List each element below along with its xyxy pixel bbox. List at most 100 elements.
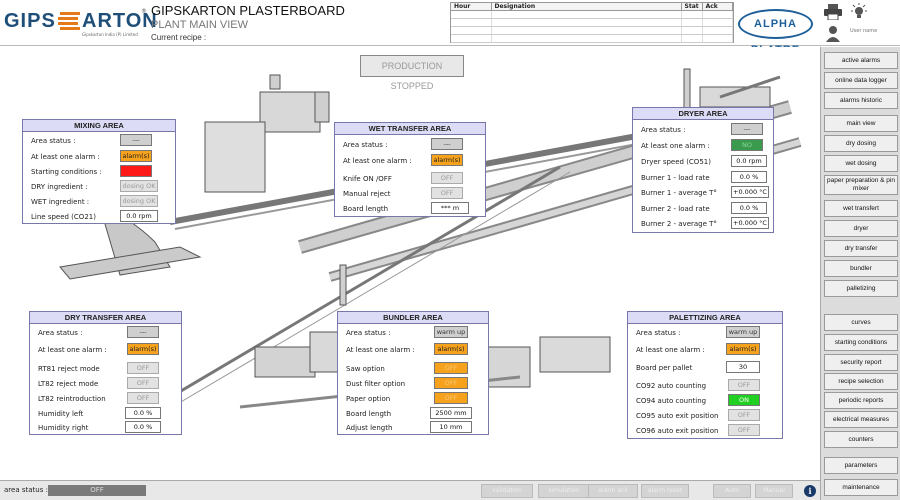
saw-option-toggle[interactable]: OFF: [434, 362, 468, 374]
humidity-right-value[interactable]: 0.0 %: [125, 421, 161, 433]
page-subtitle: PLANT MAIN VIEW: [151, 19, 248, 31]
nav-curves[interactable]: curves: [824, 314, 898, 331]
nav-periodic-reports[interactable]: periodic reports: [824, 392, 898, 409]
adjust-length-value[interactable]: 10 mm: [430, 421, 472, 433]
rt81-reject-toggle[interactable]: OFF: [127, 362, 159, 374]
mixing-starting-conditions-value[interactable]: [120, 165, 152, 177]
alarm-row[interactable]: [451, 34, 734, 43]
dry-transfer-alarm-value[interactable]: alarm(s): [127, 343, 159, 355]
dryer-alarm-value[interactable]: NO: [731, 139, 763, 151]
auto-mode-button[interactable]: Auto: [713, 484, 751, 498]
nav-recipe-selection[interactable]: recipe selection: [824, 373, 898, 390]
burner2-temp-value[interactable]: +0.000 °C: [731, 217, 769, 229]
printer-icon[interactable]: [824, 4, 842, 21]
board-per-pallet-value[interactable]: 30: [726, 361, 760, 373]
alarm-reset-button[interactable]: alarm reset: [641, 484, 689, 498]
palettizing-area-title: PALETTIZING AREA: [628, 312, 782, 324]
mixing-wet-ingredient-label: WET ingredient :: [31, 198, 90, 206]
logo-text-left: GIPS: [4, 10, 56, 32]
nav-wet-dosing[interactable]: wet dosing: [824, 155, 898, 172]
co95-auto-exit-toggle[interactable]: OFF: [728, 409, 760, 421]
bundler-area-panel[interactable]: BUNDLER AREA Area status : warm up At le…: [337, 311, 489, 435]
lt82-reject-toggle[interactable]: OFF: [127, 377, 159, 389]
dryer-status-label: Area status :: [641, 126, 686, 134]
nav-security-report[interactable]: security report: [824, 354, 898, 371]
dryer-speed-label: Dryer speed (CO51): [641, 158, 711, 166]
lt82-reject-label: LT82 reject mode: [38, 380, 99, 388]
alarm-col-hour: Hour: [451, 3, 492, 11]
paper-option-toggle[interactable]: OFF: [434, 392, 468, 404]
wet-transfer-board-length-value[interactable]: *** m: [431, 202, 469, 214]
nav-dry-transfer[interactable]: dry transfer: [824, 240, 898, 257]
co96-auto-exit-label: CO96 auto exit position: [636, 427, 719, 435]
lt82-reintro-toggle[interactable]: OFF: [127, 392, 159, 404]
mixing-area-panel[interactable]: MIXING AREA Area status : --- At least o…: [22, 119, 176, 224]
current-recipe-label: Current recipe :: [151, 33, 207, 42]
mixing-area-status-label: Area status :: [31, 137, 76, 145]
adjust-length-label: Adjust length: [346, 424, 393, 432]
nav-paper-preparation[interactable]: paper preparation & pin mixer: [824, 175, 898, 195]
alarm-row[interactable]: [451, 26, 734, 35]
plant-synoptic: PRODUCTION STOPPED MIXING AREA Area stat…: [0, 47, 820, 480]
mixing-area-title: MIXING AREA: [23, 120, 175, 132]
burner1-temp-value[interactable]: +0.000 °C: [731, 186, 769, 198]
registered-mark: ®: [141, 8, 147, 15]
nav-main-view[interactable]: main view: [824, 115, 898, 132]
wet-transfer-knife-label: Knife ON /OFF: [343, 175, 392, 183]
user-icon[interactable]: [826, 26, 840, 42]
dry-transfer-area-panel[interactable]: DRY TRANSFER AREA Area status : --- At l…: [29, 311, 182, 435]
nav-alarms-historic[interactable]: alarms historic: [824, 92, 898, 109]
burner2-load-value[interactable]: 0.0 %: [731, 202, 767, 214]
co94-auto-counting-toggle[interactable]: ON: [728, 394, 760, 406]
paper-option-label: Paper option: [346, 395, 391, 403]
nav-dryer[interactable]: dryer: [824, 220, 898, 237]
dryer-area-title: DRYER AREA: [633, 108, 773, 120]
nav-electrical-measures[interactable]: electrical measures: [824, 411, 898, 428]
lightbulb-icon[interactable]: [851, 3, 867, 21]
nav-parameters[interactable]: parameters: [824, 457, 898, 474]
palettizing-area-panel[interactable]: PALETTIZING AREA Area status : warm up A…: [627, 311, 783, 439]
area-status-value: OFF: [48, 485, 146, 496]
info-icon[interactable]: i: [804, 485, 816, 497]
nav-palletizing[interactable]: palletizing: [824, 280, 898, 297]
alarm-row[interactable]: [451, 10, 734, 19]
wet-transfer-area-panel[interactable]: WET TRANSFER AREA Area status : --- At l…: [334, 122, 486, 217]
burner2-load-label: Burner 2 - load rate: [641, 205, 710, 213]
validation-button[interactable]: validation: [481, 484, 533, 498]
title-block: GIPSKARTON PLASTERBOARD PLANT MAIN VIEW …: [151, 3, 345, 42]
co92-auto-counting-toggle[interactable]: OFF: [728, 379, 760, 391]
bundler-alarm-value[interactable]: alarm(s): [434, 343, 468, 355]
humidity-left-value[interactable]: 0.0 %: [125, 407, 161, 419]
mixing-line-speed-label: Line speed (CO21): [31, 213, 96, 221]
dry-transfer-status-label: Area status :: [38, 329, 83, 337]
mixing-line-speed-value[interactable]: 0.0 rpm: [120, 210, 158, 222]
nav-maintenance[interactable]: maintenance: [824, 479, 898, 496]
nav-wet-transfert[interactable]: wet transfert: [824, 200, 898, 217]
burner1-load-value[interactable]: 0.0 %: [731, 171, 767, 183]
nav-active-alarms[interactable]: active alarms: [824, 52, 898, 69]
manual-mode-button[interactable]: Manual: [755, 484, 793, 498]
nav-bundler[interactable]: bundler: [824, 260, 898, 277]
bundler-board-length-value[interactable]: 2500 mm: [430, 407, 472, 419]
dryer-area-panel[interactable]: DRYER AREA Area status : --- At least on…: [632, 107, 774, 233]
dryer-speed-value[interactable]: 0.0 rpm: [731, 155, 767, 167]
area-status-label: area status :: [4, 486, 48, 494]
co96-auto-exit-toggle[interactable]: OFF: [728, 424, 760, 436]
bundler-status-label: Area status :: [346, 329, 391, 337]
alarm-row[interactable]: [451, 18, 734, 27]
mixing-alarm-value[interactable]: alarm(s): [120, 150, 152, 162]
nav-starting-conditions[interactable]: starting conditions: [824, 334, 898, 351]
alpha-platre-logo: ALPHA PLATRE: [738, 9, 813, 56]
dust-filter-toggle[interactable]: OFF: [434, 377, 468, 389]
nav-dry-dosing[interactable]: dry dosing: [824, 135, 898, 152]
nav-online-data-logger[interactable]: online data logger: [824, 72, 898, 89]
wet-transfer-alarm-value[interactable]: alarm(s): [431, 154, 463, 166]
alarm-list[interactable]: Hour Designation Stat Ack: [450, 2, 734, 43]
wet-transfer-manual-reject-toggle[interactable]: OFF: [431, 187, 463, 199]
simulation-button[interactable]: simulation: [538, 484, 590, 498]
nav-counters[interactable]: counters: [824, 431, 898, 448]
user-name: User name: [850, 28, 878, 34]
palettizing-alarm-value[interactable]: alarm(s): [726, 343, 760, 355]
alarm-ack-button[interactable]: alarm ack: [588, 484, 638, 498]
wet-transfer-knife-toggle[interactable]: OFF: [431, 172, 463, 184]
